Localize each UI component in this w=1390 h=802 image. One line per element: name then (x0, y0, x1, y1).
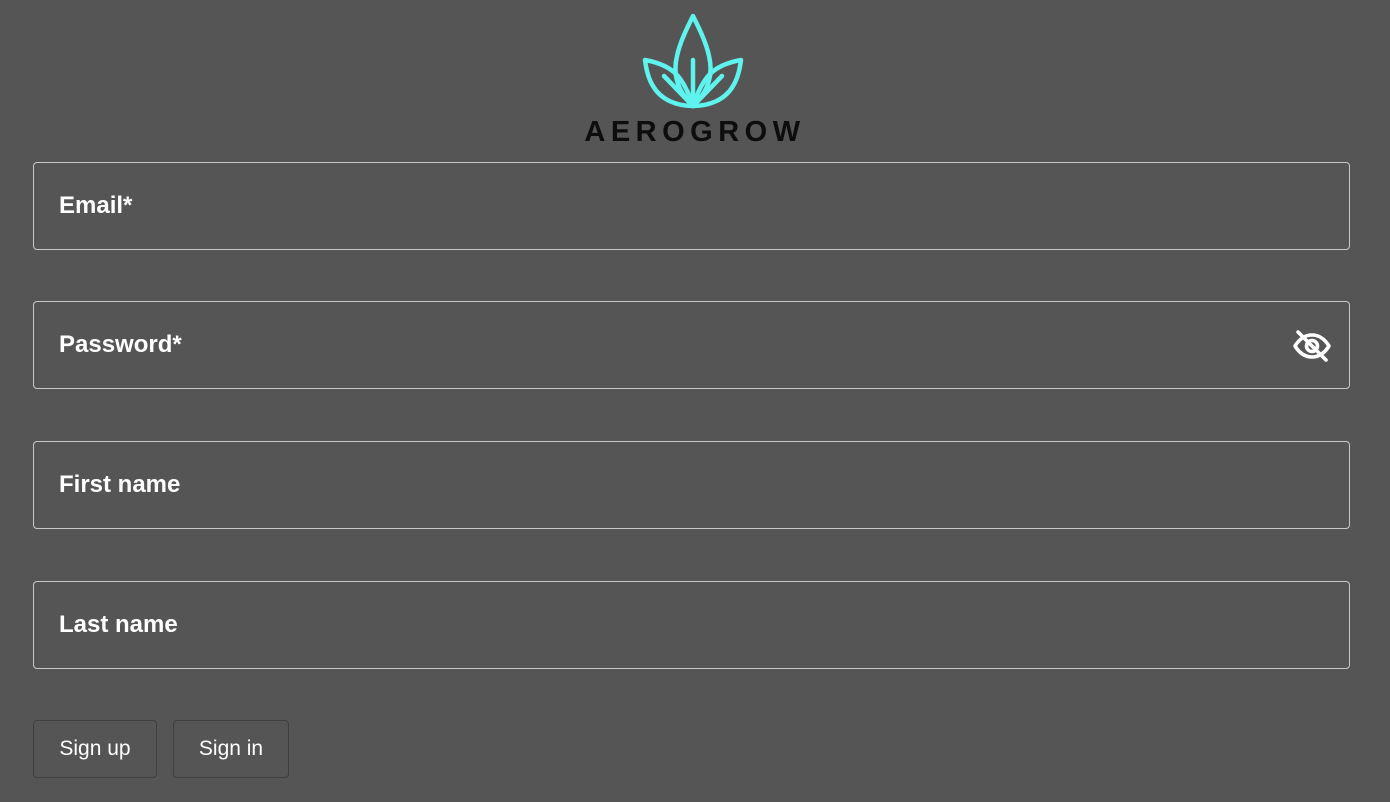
leaf-logo-icon (642, 13, 744, 109)
logo: AEROGROW (0, 0, 1390, 160)
email-input[interactable] (34, 163, 1349, 249)
signup-page: AEROGROW Sign up Sign in (0, 0, 1390, 802)
email-field (33, 162, 1350, 250)
last-name-input[interactable] (34, 582, 1349, 668)
last-name-field (33, 581, 1350, 669)
sign-up-button[interactable]: Sign up (33, 720, 157, 778)
first-name-field (33, 441, 1350, 529)
password-field (33, 301, 1350, 389)
password-input[interactable] (34, 302, 1349, 388)
sign-in-button[interactable]: Sign in (173, 720, 289, 778)
brand-name: AEROGROW (584, 116, 806, 148)
eye-off-icon[interactable] (1293, 329, 1331, 363)
first-name-input[interactable] (34, 442, 1349, 528)
